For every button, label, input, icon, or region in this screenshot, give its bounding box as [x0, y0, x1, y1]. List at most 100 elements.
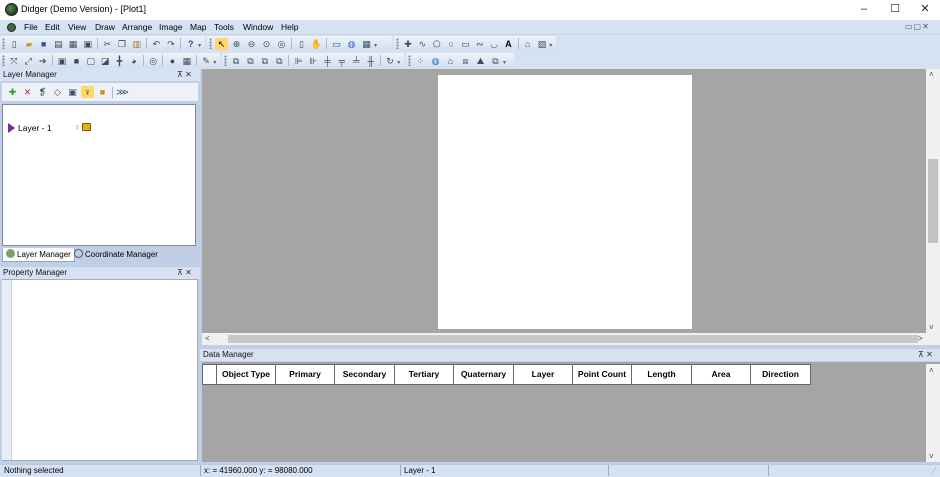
layer-name[interactable]: Layer - 1 — [18, 123, 52, 133]
symbol-icon[interactable]: ⌂ — [522, 38, 534, 50]
pan-hand-icon[interactable]: ✋ — [310, 38, 323, 50]
zoom-page-icon[interactable]: ▯ — [295, 38, 308, 50]
plot-vertical-scroll-thumb[interactable] — [928, 159, 938, 243]
row-selector-header[interactable] — [203, 364, 217, 385]
toolbar-overflow-icon[interactable]: ▾ — [503, 53, 508, 68]
col-direction[interactable]: Direction — [751, 364, 811, 385]
mdi-window-controls[interactable]: ▭▢✕ — [905, 22, 930, 31]
reshape-icon[interactable]: ⤧ — [8, 55, 20, 67]
curve-icon[interactable]: ◡ — [488, 38, 500, 50]
col-length[interactable]: Length — [632, 364, 692, 385]
property-manager-pin-close[interactable]: ⊼ ✕ — [177, 268, 192, 277]
menu-image[interactable]: Image — [159, 22, 183, 32]
new-icon[interactable]: ▯ — [8, 38, 21, 50]
menu-tools[interactable]: Tools — [214, 22, 234, 32]
layer-fit-icon[interactable]: ▣ — [66, 86, 79, 98]
scroll-up-icon[interactable]: ˄ — [929, 70, 934, 79]
layer-shape-icon[interactable]: ◇ — [51, 86, 64, 98]
dot-grid-icon[interactable]: ▦ — [181, 55, 193, 67]
zoom-in-icon[interactable]: ⊕ — [230, 38, 243, 50]
backward-icon[interactable]: ⧉ — [273, 55, 285, 67]
zoom-rect-icon[interactable]: ⊙ — [260, 38, 273, 50]
image-icon[interactable]: ▨ — [536, 38, 548, 50]
col-object-type[interactable]: Object Type — [217, 364, 276, 385]
document-menu-icon[interactable] — [4, 22, 18, 33]
col-primary[interactable]: Primary — [276, 364, 335, 385]
menu-help[interactable]: Help — [281, 22, 298, 32]
lock-icon[interactable]: ■ — [96, 86, 109, 98]
layer-properties-icon[interactable]: ❡ — [36, 86, 49, 98]
close-button[interactable]: ✕ — [910, 0, 940, 20]
digitize-icon[interactable]: ✎ — [200, 55, 212, 67]
toolbar-grip[interactable] — [209, 38, 212, 49]
layer-lock-icon[interactable] — [81, 123, 91, 131]
undo-icon[interactable]: ↶ — [150, 38, 163, 50]
polyline-icon[interactable]: ∿ — [416, 38, 428, 50]
layer-manager-pin-close[interactable]: ⊼ ✕ — [177, 70, 192, 79]
layer-visible-bulb-icon[interactable]: ♀ — [74, 122, 81, 132]
toolbar-overflow-icon[interactable]: ▾ — [213, 53, 218, 68]
align-bottom-icon[interactable]: ╧ — [350, 55, 362, 67]
dm-scroll-up-icon[interactable]: ˄ — [929, 366, 934, 375]
copy-icon[interactable]: ❐ — [116, 38, 129, 50]
building-icon[interactable]: ⌂ — [444, 55, 457, 67]
redo-icon[interactable]: ↷ — [165, 38, 178, 50]
points-icon[interactable]: ⁘ — [414, 55, 427, 67]
grid-icon[interactable]: ▦ — [360, 38, 373, 50]
zoom-out-icon[interactable]: ⊖ — [245, 38, 258, 50]
delete-layer-icon[interactable]: ✕ — [21, 86, 34, 98]
resize-grip-icon[interactable]: ⋰ — [930, 467, 937, 475]
align-right-icon[interactable]: ⊪ — [307, 55, 319, 67]
menu-view[interactable]: View — [68, 22, 86, 32]
connect-icon[interactable]: ⧈ — [459, 55, 472, 67]
data-manager-pin-close[interactable]: ⊼ ✕ — [918, 350, 933, 359]
data-manager-scrollbar[interactable] — [926, 364, 940, 462]
plot-page[interactable] — [438, 75, 692, 329]
zoom-fit-icon[interactable]: ◎ — [275, 38, 288, 50]
toolbar-overflow-icon[interactable]: ▾ — [397, 53, 402, 68]
col-point-count[interactable]: Point Count — [573, 364, 632, 385]
toolbar-grip[interactable] — [2, 55, 5, 66]
open-icon[interactable]: ▰ — [23, 38, 36, 50]
toolbar-grip[interactable] — [2, 38, 5, 49]
toolbar-overflow-icon[interactable]: ▾ — [549, 36, 554, 51]
spline-icon[interactable]: ∾ — [474, 38, 486, 50]
globe-icon[interactable]: ◍ — [345, 38, 358, 50]
intersect-icon[interactable]: ╋ — [113, 55, 125, 67]
rotate-icon[interactable]: ↻ — [384, 55, 396, 67]
align-middle-icon[interactable]: ╫ — [364, 55, 376, 67]
print-icon[interactable]: ▤ — [52, 38, 65, 50]
col-layer[interactable]: Layer — [514, 364, 573, 385]
app-globe-icon[interactable] — [5, 3, 18, 16]
bring-front-icon[interactable]: ⧉ — [230, 55, 242, 67]
ellipse-icon[interactable]: ○ — [445, 38, 457, 50]
select-arrow-icon[interactable]: ↖ — [215, 37, 228, 50]
rectangle-icon[interactable]: ▭ — [459, 38, 471, 50]
align-top-icon[interactable]: ╤ — [336, 55, 348, 67]
help-icon[interactable]: ? — [184, 38, 197, 50]
scroll-right-icon[interactable]: > — [918, 334, 923, 343]
col-secondary[interactable]: Secondary — [335, 364, 395, 385]
shade-icon[interactable]: ◕ — [128, 55, 140, 67]
visibility-bulb-icon[interactable]: ♀ — [81, 86, 94, 98]
plot-horizontal-scroll-thumb[interactable] — [228, 335, 918, 343]
menu-file[interactable]: File — [24, 22, 38, 32]
align-left-icon[interactable]: ⊫ — [292, 55, 304, 67]
col-area[interactable]: Area — [692, 364, 751, 385]
world-icon[interactable]: ◍ — [429, 55, 442, 67]
split-icon[interactable]: ◪ — [99, 55, 111, 67]
scroll-down-icon[interactable]: ˅ — [929, 323, 934, 332]
menu-map[interactable]: Map — [190, 22, 207, 32]
menu-window[interactable]: Window — [243, 22, 273, 32]
menu-draw[interactable]: Draw — [95, 22, 115, 32]
layer-filter-icon[interactable]: ⋙ — [116, 86, 129, 98]
circle-fill-icon[interactable]: ● — [166, 55, 178, 67]
paste-icon[interactable]: ▥ — [130, 38, 143, 50]
align-center-icon[interactable]: ╪ — [321, 55, 333, 67]
save-icon[interactable]: ■ — [37, 38, 50, 50]
toolbar-grip[interactable] — [408, 55, 411, 66]
col-tertiary[interactable]: Tertiary — [395, 364, 454, 385]
toolbar-grip[interactable] — [224, 55, 227, 66]
scale-icon[interactable]: ⤢ — [22, 55, 34, 67]
cut-icon[interactable]: ✂ — [101, 38, 114, 50]
